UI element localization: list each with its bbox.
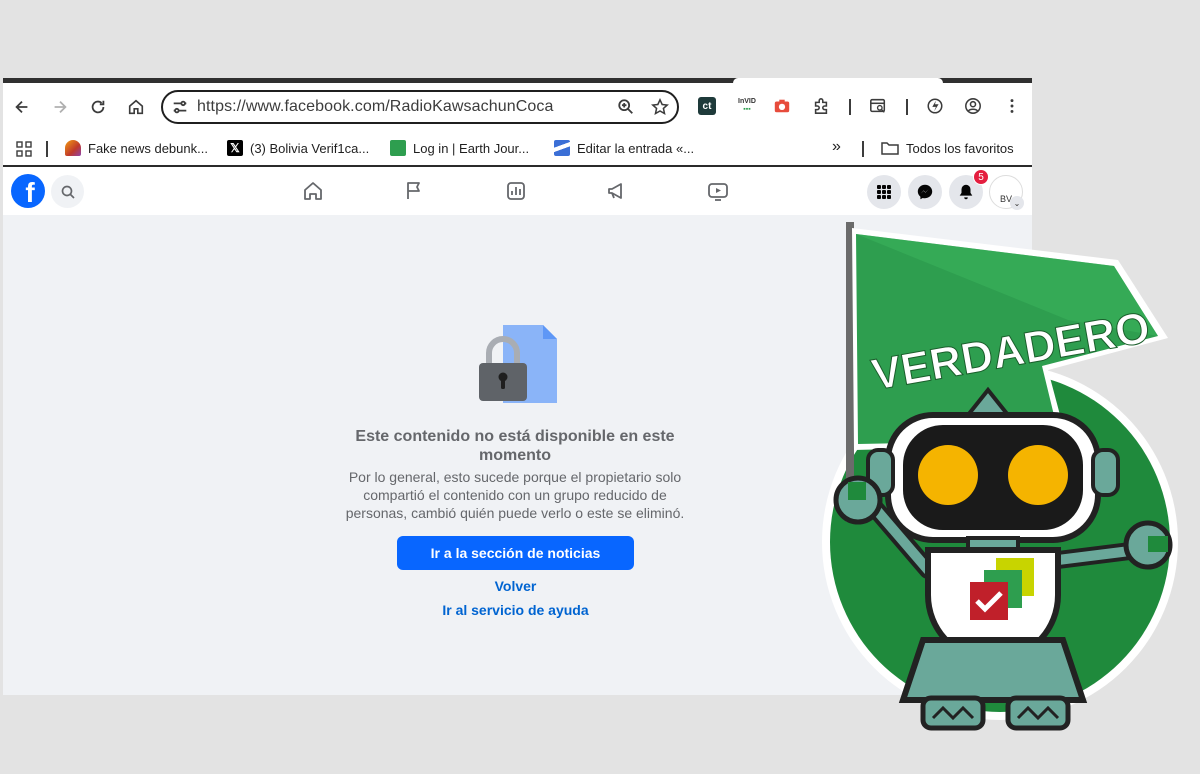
back-link[interactable]: Volver bbox=[397, 578, 634, 594]
messenger-icon bbox=[917, 184, 933, 200]
unavailable-description: Por lo general, esto sucede porque el pr… bbox=[345, 469, 685, 521]
back-button[interactable] bbox=[3, 83, 41, 131]
help-center-link[interactable]: Ir al servicio de ayuda bbox=[397, 602, 634, 618]
search-icon bbox=[61, 185, 75, 199]
wordpress-favicon bbox=[554, 140, 570, 156]
bookmark-label: Editar la entrada «... bbox=[577, 140, 695, 156]
folder-icon bbox=[881, 142, 899, 155]
home-button[interactable] bbox=[117, 83, 155, 131]
globe-favicon bbox=[65, 140, 81, 156]
all-bookmarks-label: Todos los favoritos bbox=[906, 140, 1014, 156]
bookmark-item[interactable]: 𝕏 (3) Bolivia Verif1ca... bbox=[227, 140, 369, 156]
bookmark-star-icon[interactable] bbox=[643, 98, 677, 116]
nav-ads[interactable] bbox=[605, 179, 629, 203]
robot-eye bbox=[1008, 445, 1068, 505]
address-bar[interactable]: https://www.facebook.com/RadioKawsachunC… bbox=[161, 90, 679, 124]
bookmark-item[interactable]: Editar la entrada «... bbox=[554, 140, 694, 156]
facebook-header: f 5 BV ⌄ bbox=[3, 167, 1032, 215]
bookmark-item[interactable]: Log in | Earth Jour... bbox=[390, 140, 529, 156]
tab-search-icon[interactable] bbox=[867, 95, 889, 117]
notification-badge: 5 bbox=[973, 169, 989, 185]
reload-button[interactable] bbox=[79, 83, 117, 131]
home-icon bbox=[304, 182, 322, 200]
bookmark-label: Fake news debunk... bbox=[88, 140, 208, 156]
toolbar-separator bbox=[849, 99, 851, 115]
nav-home[interactable] bbox=[301, 179, 325, 203]
zoom-icon[interactable] bbox=[609, 98, 643, 116]
account-avatar[interactable]: BV ⌄ bbox=[989, 175, 1024, 210]
facebook-logo[interactable]: f bbox=[11, 174, 45, 208]
nav-pages[interactable] bbox=[402, 179, 426, 203]
profile-icon[interactable] bbox=[962, 95, 984, 117]
toolbar-separator bbox=[906, 99, 908, 115]
all-bookmarks-folder[interactable]: Todos los favoritos bbox=[881, 140, 1014, 156]
locked-document-icon bbox=[479, 325, 557, 403]
url-text[interactable]: https://www.facebook.com/RadioKawsachunC… bbox=[197, 98, 609, 116]
reload-icon bbox=[91, 100, 105, 114]
checkmark-icon bbox=[970, 582, 1008, 620]
chevron-down-icon: ⌄ bbox=[1010, 196, 1024, 210]
bookmarks-bar: Fake news debunk... 𝕏 (3) Bolivia Verif1… bbox=[3, 131, 1032, 167]
facebook-search-button[interactable] bbox=[51, 175, 84, 208]
flag-icon bbox=[407, 182, 420, 199]
arrow-right-icon bbox=[54, 100, 67, 114]
overflow-chevron-icon: » bbox=[832, 138, 841, 155]
invid-extension-icon[interactable]: InVID ▪▪▪ bbox=[733, 95, 761, 117]
arrow-left-icon bbox=[15, 100, 28, 114]
ct-extension-icon[interactable]: ct bbox=[696, 95, 718, 117]
verdadero-sticker: VERDADERO bbox=[822, 222, 1178, 731]
forward-button[interactable] bbox=[41, 83, 79, 131]
bookmark-label: Log in | Earth Jour... bbox=[413, 140, 530, 156]
bar-chart-icon bbox=[507, 182, 525, 200]
x-favicon: 𝕏 bbox=[227, 140, 243, 156]
grid-icon bbox=[877, 185, 891, 199]
robot-eye bbox=[918, 445, 978, 505]
earth-journal-favicon bbox=[390, 140, 406, 156]
site-settings-icon[interactable] bbox=[163, 98, 197, 116]
messenger-button[interactable] bbox=[908, 175, 942, 209]
megaphone-icon bbox=[608, 183, 622, 199]
browser-toolbar: https://www.facebook.com/RadioKawsachunC… bbox=[3, 83, 1032, 131]
bookmark-separator bbox=[46, 141, 48, 157]
nav-video[interactable] bbox=[706, 179, 730, 203]
unavailable-title: Este contenido no está disponible en est… bbox=[355, 428, 675, 464]
performance-icon[interactable] bbox=[924, 95, 946, 117]
bookmark-item[interactable]: Fake news debunk... bbox=[65, 140, 208, 156]
bell-icon bbox=[959, 184, 973, 200]
notifications-button[interactable]: 5 bbox=[949, 169, 989, 209]
video-icon bbox=[708, 183, 728, 201]
menu-grid-button[interactable] bbox=[867, 175, 901, 209]
bookmark-label: (3) Bolivia Verif1ca... bbox=[250, 140, 370, 156]
go-to-feed-button[interactable]: Ir a la sección de noticias bbox=[397, 536, 634, 570]
bookmarks-overflow-button[interactable]: » bbox=[832, 138, 841, 156]
apps-icon[interactable] bbox=[16, 141, 32, 157]
nav-insights[interactable] bbox=[504, 179, 528, 203]
home-icon bbox=[128, 99, 144, 115]
camera-extension-icon[interactable] bbox=[771, 95, 793, 117]
menu-icon[interactable] bbox=[1001, 95, 1023, 117]
bookmark-separator bbox=[862, 141, 864, 157]
puzzle-icon[interactable] bbox=[810, 95, 832, 117]
